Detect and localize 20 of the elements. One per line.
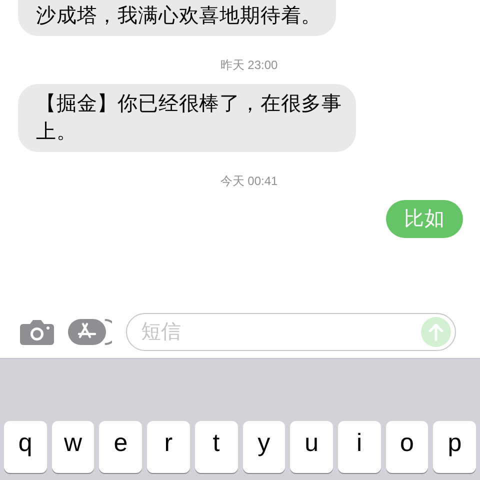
keyboard-key[interactable]: r <box>147 421 190 473</box>
timestamp: 今天 00:41 <box>219 173 279 190</box>
keyboard-key[interactable]: u <box>290 421 333 473</box>
keyboard-key[interactable]: w <box>52 421 94 473</box>
received-message: 沙成塔，我满心欢喜地期待着。 <box>18 0 336 36</box>
keyboard-key[interactable]: p <box>433 421 476 473</box>
keyboard-key[interactable]: o <box>386 421 428 473</box>
app-store-icon[interactable] <box>68 318 112 346</box>
message-field[interactable]: 短信 <box>126 313 456 351</box>
message-input[interactable]: 短信 <box>139 316 421 348</box>
keyboard-key[interactable]: i <box>338 421 381 473</box>
sent-message: 比如 <box>386 200 463 238</box>
keyboard-key[interactable]: y <box>242 421 286 473</box>
keyboard-key[interactable]: e <box>99 421 142 473</box>
keyboard-key[interactable]: t <box>194 421 238 473</box>
arrow-up-icon <box>428 323 444 341</box>
camera-icon[interactable] <box>20 319 54 345</box>
keyboard-key[interactable]: q <box>4 421 47 473</box>
received-message: 【掘金】你已经很棒了，在很多事上。 <box>18 84 356 152</box>
timestamp: 昨天 23:00 <box>219 57 279 74</box>
